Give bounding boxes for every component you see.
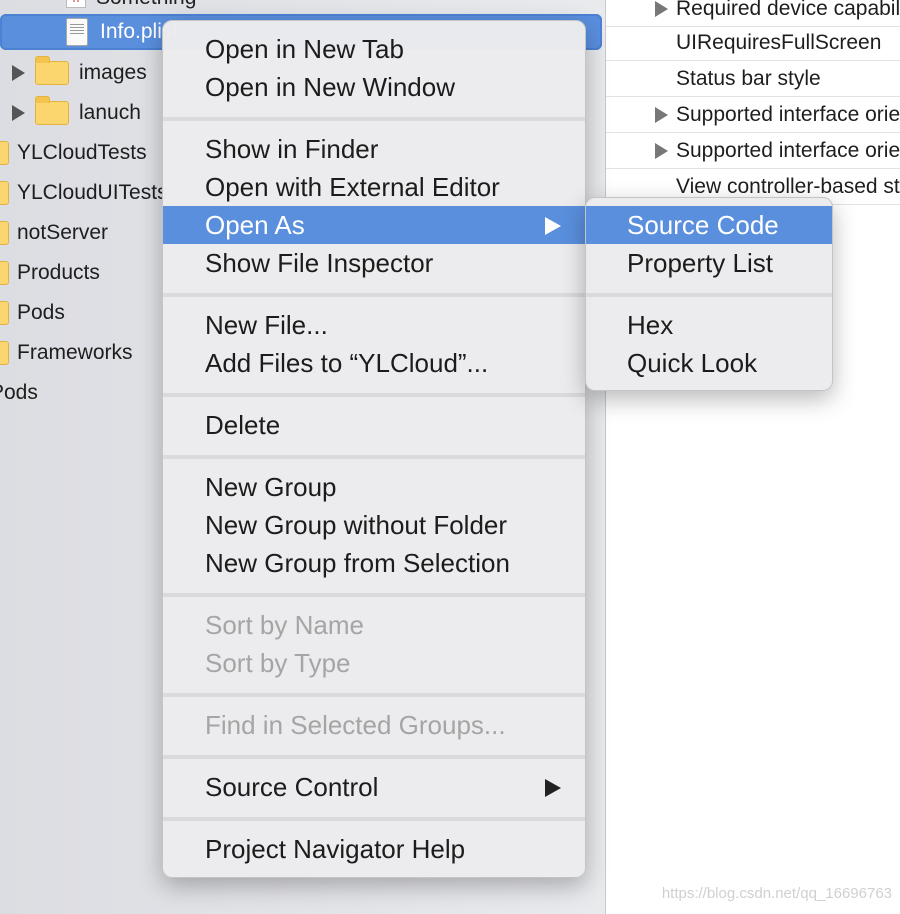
menu-item-new-file[interactable]: New File... [163,306,585,344]
nav-row-label: images [79,61,147,84]
folder-icon [0,181,9,205]
nav-row-notserver[interactable]: notServer [0,216,108,250]
plist-key: Supported interface orientations [676,102,900,126]
folder-icon [0,261,9,285]
plist-key: Required device capabilities [676,0,900,20]
menu-item-new-group[interactable]: New Group [163,468,585,506]
nav-row-frameworks[interactable]: Frameworks [0,336,133,370]
menu-item-new-group-without-folder[interactable]: New Group without Folder [163,506,585,544]
menu-item-open-in-new-window[interactable]: Open in New Window [163,68,585,106]
nav-row-partial[interactable]: hSomething [66,0,486,9]
plist-row[interactable]: Required device capabilities [606,0,900,27]
nav-row-ylclouduitests[interactable]: YLCloudUITests [0,176,168,210]
plist-key: Status bar style [676,66,821,90]
plist-editor: Required device capabilities UIRequiresF… [606,0,900,914]
folder-icon [0,221,9,245]
watermark: https://blog.csdn.net/qq_16696763 [661,885,892,902]
open-as-submenu: Source Code Property List Hex Quick Look [585,197,833,391]
submenu-item-property-list[interactable]: Property List [586,244,832,282]
submenu-arrow-icon [545,217,561,235]
menu-item-show-file-inspector[interactable]: Show File Inspector [163,244,585,282]
submenu-arrow-icon [545,779,561,797]
folder-icon [0,341,9,365]
menu-item-show-in-finder[interactable]: Show in Finder [163,130,585,168]
folder-icon [35,56,69,85]
menu-separator [163,755,585,759]
menu-item-source-control[interactable]: Source Control [163,768,585,806]
nav-row-pods[interactable]: Pods [0,296,65,330]
plist-row[interactable]: UIRequiresFullScreen [606,25,900,61]
nav-row-lanuch[interactable]: lanuch [12,96,141,130]
nav-row-ylcloudtests[interactable]: YLCloudTests [0,136,147,170]
plist-row[interactable]: Supported interface orientations (iPad) [606,133,900,169]
nav-row-label: Pods [0,381,38,404]
menu-separator [163,593,585,597]
menu-separator [163,693,585,697]
plist-file-icon [66,18,88,46]
menu-item-add-files[interactable]: Add Files to “YLCloud”... [163,344,585,382]
folder-icon [0,301,9,325]
disclosure-triangle-icon[interactable] [655,0,668,17]
menu-item-open-as[interactable]: Open As [163,206,585,244]
disclosure-triangle-icon[interactable] [12,105,25,121]
menu-item-new-group-from-selection[interactable]: New Group from Selection [163,544,585,582]
menu-separator [163,817,585,821]
nav-row-label: notServer [17,221,109,244]
file-icon: h [66,0,86,9]
nav-row-images[interactable]: images [12,56,147,90]
plist-key: UIRequiresFullScreen [676,30,882,54]
nav-row-label: Pods [17,301,65,324]
menu-item-delete[interactable]: Delete [163,406,585,444]
menu-item-sort-by-name: Sort by Name [205,609,364,640]
submenu-item-source-code[interactable]: Source Code [586,206,832,244]
menu-separator [163,293,585,297]
nav-row-products[interactable]: Products [0,256,100,290]
nav-row-label: lanuch [79,101,141,124]
nav-row-label: YLCloudTests [17,141,147,164]
context-menu: Open in New Tab Open in New Window Show … [162,20,586,878]
nav-row-pods-group[interactable]: Pods [0,376,38,410]
menu-item-open-with-external-editor[interactable]: Open with External Editor [163,168,585,206]
submenu-item-quick-look[interactable]: Quick Look [586,344,832,382]
plist-row[interactable]: Supported interface orientations [606,97,900,133]
menu-separator [163,455,585,459]
nav-row-label: Products [17,261,100,284]
submenu-item-hex[interactable]: Hex [586,306,832,344]
disclosure-triangle-icon[interactable] [12,65,25,81]
folder-icon [35,96,69,125]
menu-separator [163,117,585,121]
disclosure-triangle-icon[interactable] [655,142,668,159]
menu-item-find-in-selected-groups: Find in Selected Groups... [205,709,506,740]
folder-icon [0,141,9,165]
menu-item-sort-by-type: Sort by Type [205,647,351,678]
menu-separator [586,293,832,297]
disclosure-triangle-icon[interactable] [655,106,668,123]
plist-key: Supported interface orientations (iPad) [676,138,900,162]
plist-key: View controller-based status bar appeara… [676,174,900,198]
nav-row-label: YLCloudUITests [17,181,168,204]
nav-row-label: Frameworks [17,341,133,364]
menu-separator [163,393,585,397]
menu-item-project-navigator-help[interactable]: Project Navigator Help [163,830,585,868]
plist-row[interactable]: Status bar style [606,61,900,97]
menu-item-open-in-new-tab[interactable]: Open in New Tab [163,30,585,68]
